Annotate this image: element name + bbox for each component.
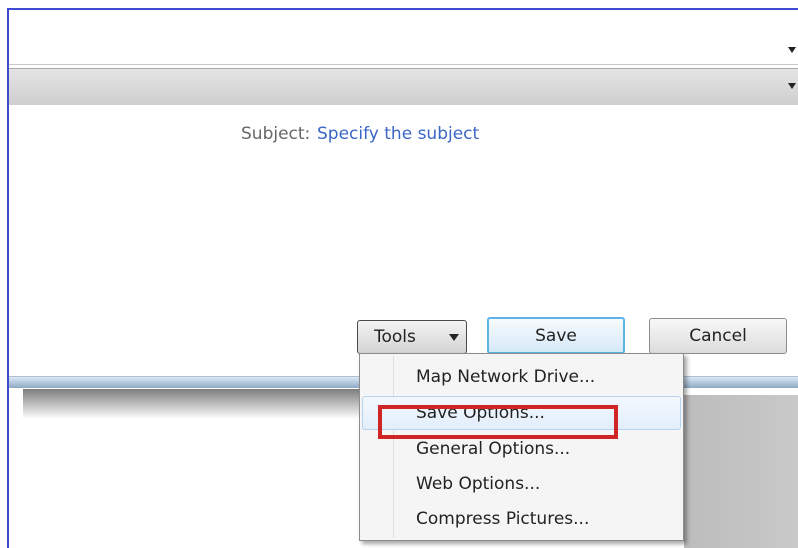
cancel-button[interactable]: Cancel <box>649 318 787 354</box>
file-name-combobox[interactable] <box>9 20 798 65</box>
dropdown-arrow-icon[interactable] <box>788 83 796 89</box>
menu-item-compress-pictures[interactable]: Compress Pictures... <box>362 502 681 536</box>
menu-item-map-network-drive[interactable]: Map Network Drive... <box>362 360 681 394</box>
subject-field[interactable]: Specify the subject <box>317 124 479 144</box>
tools-button[interactable]: Tools <box>357 320 467 354</box>
dropdown-arrow-icon[interactable] <box>788 47 796 53</box>
save-button[interactable]: Save <box>487 317 625 354</box>
background-panel <box>684 395 798 548</box>
save-dialog: Subject: Specify the subject Tools Save … <box>7 8 798 548</box>
tools-menu: Map Network Drive... Save Options... Gen… <box>359 353 684 541</box>
shadow-strip <box>23 389 368 419</box>
highlight-annotation <box>378 405 618 439</box>
subject-label: Subject: <box>241 124 311 144</box>
chevron-down-icon <box>449 334 459 341</box>
save-as-type-combobox[interactable] <box>9 68 798 106</box>
tools-button-label: Tools <box>374 327 416 347</box>
menu-item-web-options[interactable]: Web Options... <box>362 467 681 501</box>
